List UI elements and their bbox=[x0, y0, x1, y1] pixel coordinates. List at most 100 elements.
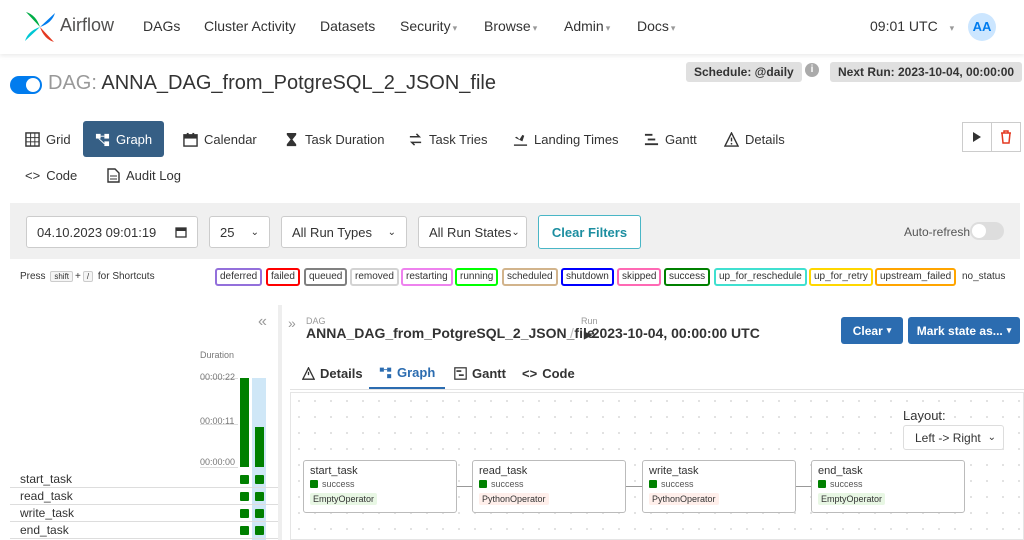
trigger-dag-button[interactable] bbox=[962, 122, 992, 152]
nav-dags[interactable]: DAGs bbox=[143, 18, 180, 34]
nav-security[interactable]: Security ▾ bbox=[400, 18, 457, 34]
airflow-logo-icon[interactable] bbox=[22, 9, 58, 45]
execution-date-input[interactable]: 04.10.2023 09:01:19 bbox=[26, 216, 198, 248]
layout-select[interactable]: Left -> Right ⌄ bbox=[903, 425, 1004, 450]
breadcrumb-dag[interactable]: ANNA_DAG_from_PotgreSQL_2_JSON_file bbox=[306, 325, 595, 341]
task-row[interactable]: read_task bbox=[10, 488, 278, 505]
play-icon: ▶ bbox=[584, 330, 592, 341]
chevron-down-icon: ⌄ bbox=[987, 432, 996, 443]
run-duration-bar[interactable] bbox=[255, 427, 264, 467]
chevron-down-icon: ⌄ bbox=[511, 226, 520, 238]
clear-run-button[interactable]: Clear ▾ bbox=[841, 317, 903, 344]
play-icon bbox=[973, 132, 981, 142]
run-state-select[interactable]: All Run States ⌄ bbox=[418, 216, 527, 248]
expand-grid-icon[interactable]: » bbox=[288, 315, 296, 331]
calendar-icon[interactable] bbox=[175, 226, 187, 238]
mark-state-label: Mark state as... bbox=[916, 323, 1003, 338]
dag-pause-toggle[interactable] bbox=[10, 76, 42, 94]
warning-icon bbox=[724, 131, 739, 147]
graph-node[interactable]: read_task success PythonOperator bbox=[472, 460, 626, 513]
graph-node[interactable]: write_task success PythonOperator bbox=[642, 460, 796, 513]
panel-tab-code[interactable]: <> Code bbox=[512, 357, 585, 389]
user-avatar[interactable]: AA bbox=[968, 13, 996, 41]
task-row[interactable]: end_task bbox=[10, 522, 278, 539]
nav-admin[interactable]: Admin ▾ bbox=[564, 18, 610, 34]
task-instance-status[interactable] bbox=[255, 475, 264, 484]
state-chip-removed[interactable]: removed bbox=[350, 268, 399, 286]
graph-edge bbox=[796, 486, 811, 487]
utc-clock[interactable]: 09:01 UTC ▾ bbox=[870, 18, 954, 34]
tab-graph[interactable]: Graph bbox=[83, 121, 165, 157]
graph-icon bbox=[379, 367, 392, 378]
tab-task-tries-label: Task Tries bbox=[429, 131, 488, 147]
task-instance-status[interactable] bbox=[240, 475, 249, 484]
calendar-icon bbox=[183, 132, 198, 147]
panel-tab-graph[interactable]: Graph bbox=[369, 357, 446, 389]
chevron-down-icon: ▾ bbox=[1006, 325, 1012, 335]
tab-code[interactable]: <> Code bbox=[25, 158, 77, 192]
run-duration-bar[interactable] bbox=[240, 378, 249, 467]
mark-state-button[interactable]: Mark state as... ▾ bbox=[908, 317, 1020, 344]
chevron-down-icon: ▾ bbox=[949, 23, 955, 33]
task-instance-status[interactable] bbox=[255, 526, 264, 535]
state-chip-up_for_reschedule[interactable]: up_for_reschedule bbox=[714, 268, 807, 286]
state-chip-running[interactable]: running bbox=[455, 268, 499, 286]
duration-tick: 00:00:11 bbox=[200, 416, 235, 426]
nav-cluster-activity[interactable]: Cluster Activity bbox=[204, 18, 296, 34]
state-chip-failed[interactable]: failed bbox=[266, 268, 300, 286]
tab-details[interactable]: Details bbox=[724, 121, 785, 157]
panel-tab-gantt[interactable]: Gantt bbox=[444, 357, 516, 389]
state-chip-upstream_failed[interactable]: upstream_failed bbox=[875, 268, 957, 286]
task-instance-status[interactable] bbox=[240, 492, 249, 501]
tab-grid[interactable]: Grid bbox=[25, 121, 71, 157]
run-type-select[interactable]: All Run Types ⌄ bbox=[281, 216, 407, 248]
tab-task-tries[interactable]: Task Tries bbox=[408, 121, 488, 157]
panel-tab-details[interactable]: Details bbox=[292, 357, 373, 389]
state-chip-success[interactable]: success bbox=[664, 268, 711, 286]
state-chip-skipped[interactable]: skipped bbox=[617, 268, 662, 286]
panel-resize-handle[interactable] bbox=[278, 305, 282, 540]
tab-gantt[interactable]: Gantt bbox=[644, 121, 697, 157]
state-chip-deferred[interactable]: deferred bbox=[215, 268, 263, 286]
collapse-grid-icon[interactable]: « bbox=[258, 313, 267, 331]
run-state-value: All Run States bbox=[429, 224, 512, 240]
task-instance-status[interactable] bbox=[255, 509, 264, 518]
nav-docs[interactable]: Docs ▾ bbox=[637, 18, 675, 34]
state-chip-shutdown[interactable]: shutdown bbox=[561, 268, 614, 286]
auto-refresh-toggle[interactable] bbox=[970, 222, 1004, 240]
brand-name[interactable]: Airflow bbox=[60, 15, 114, 36]
delete-dag-button[interactable] bbox=[991, 122, 1021, 152]
task-instance-status[interactable] bbox=[240, 526, 249, 535]
panel-tab-gantt-label: Gantt bbox=[472, 365, 506, 381]
tab-calendar[interactable]: Calendar bbox=[183, 121, 257, 157]
graph-node[interactable]: start_task success EmptyOperator bbox=[303, 460, 457, 513]
schedule-badge: Schedule: @daily bbox=[686, 62, 802, 82]
nav-browse[interactable]: Browse ▾ bbox=[484, 18, 537, 34]
info-icon[interactable]: i bbox=[805, 63, 819, 77]
state-chip-no_status[interactable]: no_status bbox=[962, 268, 1005, 286]
node-task-name: end_task bbox=[818, 465, 863, 477]
nav-datasets[interactable]: Datasets bbox=[320, 18, 375, 34]
run-type-value: All Run Types bbox=[292, 224, 372, 240]
task-row[interactable]: start_task bbox=[10, 471, 278, 488]
state-chip-scheduled[interactable]: scheduled bbox=[502, 268, 558, 286]
task-instance-status[interactable] bbox=[255, 492, 264, 501]
num-runs-select[interactable]: 25 ⌄ bbox=[209, 216, 270, 248]
status-square-icon bbox=[818, 480, 826, 488]
tab-landing-times[interactable]: Landing Times bbox=[513, 121, 619, 157]
chevron-down-icon: ▾ bbox=[605, 23, 611, 33]
task-row[interactable]: write_task bbox=[10, 505, 278, 522]
graph-node[interactable]: end_task success EmptyOperator bbox=[811, 460, 965, 513]
tab-audit-log-label: Audit Log bbox=[126, 167, 181, 183]
breadcrumb-run[interactable]: ▶2023-10-04, 00:00:00 UTC bbox=[584, 325, 760, 341]
state-chip-queued[interactable]: queued bbox=[304, 268, 348, 286]
task-instance-status[interactable] bbox=[240, 509, 249, 518]
state-chip-restarting[interactable]: restarting bbox=[401, 268, 453, 286]
state-chip-up_for_retry[interactable]: up_for_retry bbox=[809, 268, 873, 286]
tab-task-duration[interactable]: Task Duration bbox=[284, 121, 384, 157]
breadcrumb-separator: / bbox=[570, 325, 574, 341]
tab-gantt-label: Gantt bbox=[665, 131, 697, 147]
tab-audit-log[interactable]: Audit Log bbox=[107, 158, 181, 192]
node-status: success bbox=[310, 479, 450, 489]
clear-filters-button[interactable]: Clear Filters bbox=[538, 215, 641, 249]
